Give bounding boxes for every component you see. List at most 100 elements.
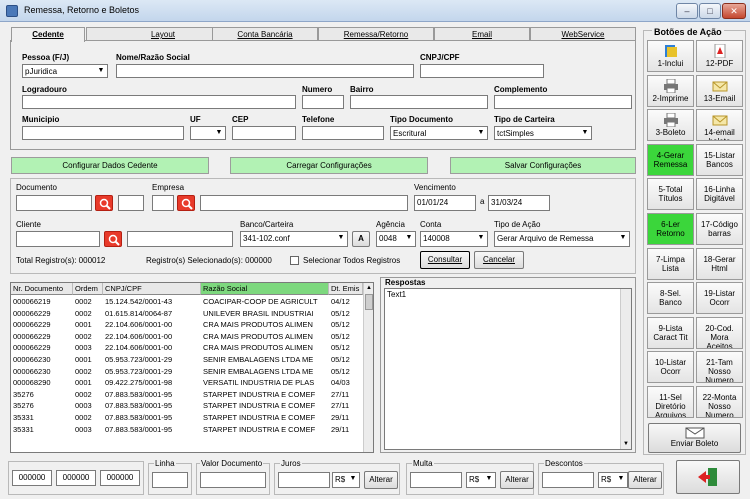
juros-alterar-button[interactable]: Alterar xyxy=(364,471,398,489)
documento-ordem-input[interactable] xyxy=(118,195,144,211)
minimize-button[interactable]: – xyxy=(676,3,698,19)
action-button-10[interactable]: 16-Linha Digitável xyxy=(696,178,743,211)
action-button-14[interactable]: 18-Gerar Html xyxy=(696,247,743,280)
number-field-1[interactable]: 000000 xyxy=(12,470,52,486)
table-row[interactable]: 000066229 0001 22.104.606/0001-00 CRA MAIS … xyxy=(11,319,363,330)
action-button-7[interactable]: 4-Gerar Remessa xyxy=(647,143,694,176)
table-row[interactable]: 35276 0003 07.883.583/0001-95 STARPET INDUS… xyxy=(11,400,363,411)
juros-input[interactable] xyxy=(278,472,330,488)
bairro-input[interactable] xyxy=(350,95,488,109)
table-row[interactable]: 000066230 0002 05.953.723/0001-29 SENIR EMB… xyxy=(11,366,363,377)
tab-remessa-retorno[interactable]: Remessa/Retorno xyxy=(318,27,434,41)
grid-scrollbar[interactable]: ▲ xyxy=(363,283,373,452)
action-button-6[interactable]: 14-email boleto xyxy=(696,109,743,142)
tipo-documento-select[interactable]: Escritural ▼ xyxy=(390,126,488,140)
action-button-21[interactable]: 11-Sel Diretório Arquivos xyxy=(647,386,694,418)
salvar-configuracoes-button[interactable]: Salvar Configurações xyxy=(450,157,636,174)
action-button-3[interactable]: 2-Imprime xyxy=(647,74,694,107)
column-header[interactable]: Nr. Documento xyxy=(11,283,73,295)
table-row[interactable]: 35331 0002 07.883.583/0001-95 STARPET INDUS… xyxy=(11,412,363,423)
action-button-19[interactable]: 10-Listar Ocorr xyxy=(647,351,694,384)
action-button-16[interactable]: 19-Listar Ocorr xyxy=(696,282,743,315)
linha-input[interactable] xyxy=(152,472,188,488)
action-button-12[interactable]: 17-Código barras xyxy=(696,213,743,245)
documento-input[interactable] xyxy=(16,195,92,211)
table-row[interactable]: 000066219 0002 15.124.542/0001-43 COACIPAR-… xyxy=(11,296,363,307)
descontos-alterar-button[interactable]: Alterar xyxy=(628,471,662,489)
cep-input[interactable] xyxy=(232,126,296,140)
respostas-textarea[interactable]: Text1 ▼ xyxy=(384,288,632,450)
column-header[interactable]: CNPJ/CPF xyxy=(103,283,201,295)
column-header[interactable]: Dt. Emis xyxy=(329,283,363,295)
action-button-9[interactable]: 5-Total Títulos xyxy=(647,178,694,211)
action-button-20[interactable]: 21-Tam Nosso Numero xyxy=(696,351,743,384)
descontos-currency-select[interactable]: R$ ▼ xyxy=(598,472,628,488)
respostas-scrollbar[interactable]: ▼ xyxy=(620,289,631,449)
vencimento-de-input[interactable]: 01/01/24 xyxy=(414,195,476,211)
action-button-22[interactable]: 22-Monta Nosso Numero xyxy=(696,386,743,418)
cnpj-input[interactable] xyxy=(420,64,544,78)
scroll-down-icon[interactable]: ▼ xyxy=(621,439,631,449)
pessoa-select[interactable]: pJuridica ▼ xyxy=(22,64,108,78)
nome-input[interactable] xyxy=(116,64,414,78)
table-row[interactable]: 000066229 0002 22.104.606/0001-00 CRA MAIS … xyxy=(11,331,363,342)
close-button[interactable]: ✕ xyxy=(722,3,746,19)
table-row[interactable]: 000066229 0002 01.615.814/0064-87 UNILEVER … xyxy=(11,308,363,319)
table-row[interactable]: 000066229 0003 22.104.606/0001-00 CRA MAIS … xyxy=(11,342,363,353)
conta-select[interactable]: 140008 ▼ xyxy=(420,231,488,247)
banco-carteira-select[interactable]: 341-102.conf ▼ xyxy=(240,231,348,247)
action-button-8[interactable]: 15-Listar Bancos xyxy=(696,143,743,176)
number-field-3[interactable]: 000000 xyxy=(100,470,140,486)
municipio-input[interactable] xyxy=(22,126,184,140)
search-empresa-button[interactable] xyxy=(177,195,195,211)
configurar-cedente-button[interactable]: Configurar Dados Cedente xyxy=(11,157,209,174)
logradouro-input[interactable] xyxy=(22,95,296,109)
enviar-boleto-button[interactable]: Enviar Boleto xyxy=(648,423,741,453)
uf-select[interactable]: ▼ xyxy=(190,126,226,140)
column-header[interactable]: Razão Social xyxy=(201,283,329,295)
column-header[interactable]: Ordem xyxy=(73,283,103,295)
action-button-17[interactable]: 9-Lista Caract Tit xyxy=(647,316,694,349)
action-button-15[interactable]: 8-Sel. Banco xyxy=(647,282,694,315)
table-row[interactable]: 000066230 0001 05.953.723/0001-29 SENIR EMB… xyxy=(11,354,363,365)
cancelar-button[interactable]: Cancelar xyxy=(474,251,524,269)
cliente-nome-input[interactable] xyxy=(127,231,233,247)
table-row[interactable]: 000068290 0001 09.422.275/0001-98 VERSATIL … xyxy=(11,377,363,388)
selecionar-todos-checkbox[interactable] xyxy=(290,256,299,265)
action-button-11[interactable]: 6-Ler Retorno xyxy=(647,213,694,245)
valor-documento-input[interactable] xyxy=(200,472,266,488)
action-button-18[interactable]: 20-Cod. Mora Aceitos xyxy=(696,316,743,349)
multa-input[interactable] xyxy=(410,472,462,488)
agencia-select[interactable]: 0048 ▼ xyxy=(376,231,416,247)
action-button-1[interactable]: 1-Inclui xyxy=(647,40,694,72)
numero-input[interactable] xyxy=(302,95,344,109)
table-row[interactable]: 35331 0003 07.883.583/0001-95 STARPET INDUS… xyxy=(11,424,363,435)
multa-currency-select[interactable]: R$ ▼ xyxy=(466,472,496,488)
multa-alterar-button[interactable]: Alterar xyxy=(500,471,534,489)
descontos-input[interactable] xyxy=(542,472,594,488)
tab-email[interactable]: Email xyxy=(434,27,530,41)
banco-a-button[interactable]: A xyxy=(352,231,370,247)
tab-conta-bancaria[interactable]: Conta Bancária xyxy=(212,27,318,41)
telefone-input[interactable] xyxy=(302,126,384,140)
search-documento-button[interactable] xyxy=(95,195,113,211)
empresa-input[interactable] xyxy=(152,195,174,211)
empresa-nome-input[interactable] xyxy=(200,195,408,211)
exit-button[interactable] xyxy=(676,460,740,494)
maximize-button[interactable]: □ xyxy=(699,3,721,19)
consultar-button[interactable]: Consultar xyxy=(420,251,470,269)
juros-currency-select[interactable]: R$ ▼ xyxy=(332,472,360,488)
search-cliente-button[interactable] xyxy=(104,231,122,247)
carregar-configuracoes-button[interactable]: Carregar Configurações xyxy=(230,157,428,174)
tipo-carteira-select[interactable]: tctSimples ▼ xyxy=(494,126,592,140)
documents-grid[interactable]: Nr. Documento Ordem CNPJ/CPF Razão Socia… xyxy=(10,282,374,453)
action-button-5[interactable]: 3-Boleto xyxy=(647,109,694,142)
table-row[interactable]: 35276 0002 07.883.583/0001-95 STARPET INDUS… xyxy=(11,389,363,400)
cliente-input[interactable] xyxy=(16,231,100,247)
complemento-input[interactable] xyxy=(494,95,632,109)
action-button-13[interactable]: 7-Limpa Lista xyxy=(647,247,694,280)
tab-cedente[interactable]: Cedente xyxy=(11,27,85,42)
tab-webservice[interactable]: WebService xyxy=(530,27,636,41)
vencimento-ate-input[interactable]: 31/03/24 xyxy=(488,195,550,211)
action-button-4[interactable]: 13-Email xyxy=(696,74,743,107)
